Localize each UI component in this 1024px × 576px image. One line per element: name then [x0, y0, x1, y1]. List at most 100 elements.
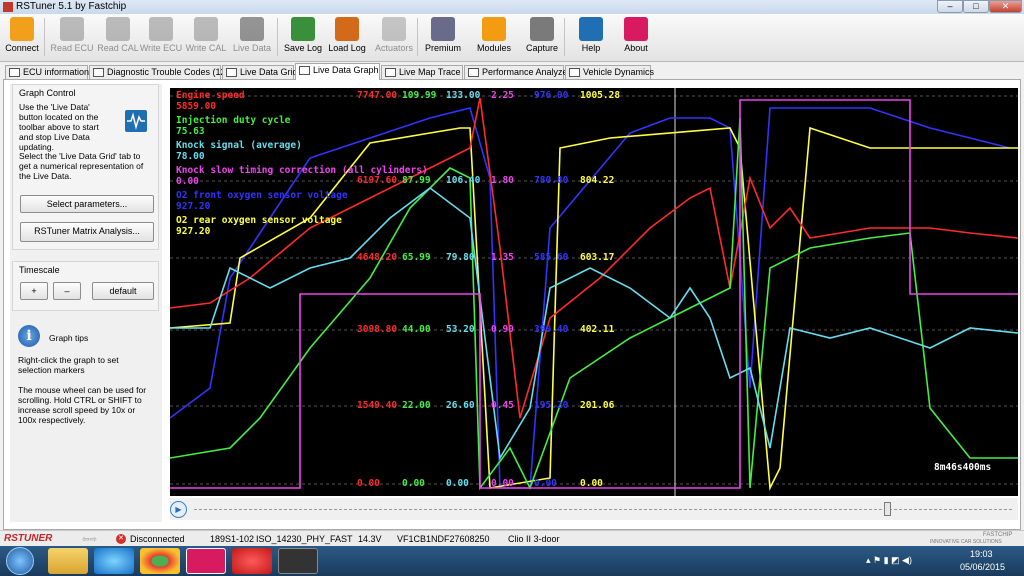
status-bar: RSTUNER ⇦⇨ ✕ Disconnected 189S1-102 ISO_… [0, 530, 1024, 546]
tab-vehicle-dynamics[interactable]: Vehicle Dynamics [565, 65, 655, 79]
tab-label: Diagnostic Trouble Codes (12) [107, 67, 229, 77]
save-log-button[interactable]: Save Log [280, 16, 326, 60]
zoom-in-button[interactable]: + [20, 282, 48, 300]
read-cal-button[interactable]: Read CAL [97, 16, 139, 60]
tab-diagnostic-trouble-codes-12[interactable]: Diagnostic Trouble Codes (12) [89, 65, 229, 79]
modules-button[interactable]: Modules [473, 16, 515, 60]
load-log-button[interactable]: Load Log [326, 16, 368, 60]
scale-value: 6197.60 [357, 175, 397, 186]
toolbar-separator [277, 18, 278, 56]
timescale-title: Timescale [19, 265, 60, 275]
modules-icon [482, 17, 506, 41]
chrome-taskbar-icon[interactable] [140, 548, 180, 574]
legend-name: Knock signal (average) [176, 140, 302, 151]
write-ecu-button[interactable]: Write ECU [139, 16, 183, 60]
premium-button[interactable]: Premium [420, 16, 466, 60]
tab-live-data-graph[interactable]: Live Data Graph [295, 63, 380, 80]
scale-value: 7747.00 [357, 90, 397, 101]
tip-selection-markers: Right-click the graph to set selection m… [18, 355, 119, 375]
scale-value: 44.00 [402, 324, 431, 335]
toolbar-label: Capture [525, 43, 559, 53]
graph-tips-group: i Graph tips Right-click the graph to se… [12, 319, 159, 429]
legend-value: 927.20 [176, 201, 211, 212]
vin: VF1CB1NDF27608250 [397, 534, 490, 544]
taskbar: ▴ ⚑ ▮ ◩ ◀) 19:03 05/06/2015 [0, 546, 1024, 576]
minimize-button[interactable]: – [937, 0, 963, 13]
actuators-button[interactable]: Actuators [373, 16, 415, 60]
toolbar-label: Load Log [328, 43, 366, 53]
graph-canvas[interactable]: Engine speed5859.00Injection duty cycle7… [170, 88, 1018, 496]
tab-label: Live Data Grid [240, 67, 298, 77]
legend-name: Injection duty cycle [176, 115, 291, 126]
scale-value: 0.00 [580, 478, 603, 489]
scale-value: 0.00 [491, 478, 514, 489]
scale-value: 26.60 [446, 400, 475, 411]
tab-live-map-trace[interactable]: Live Map Trace [381, 65, 463, 79]
clock-date[interactable]: 05/06/2015 [960, 562, 1005, 572]
matrix-analysis-button[interactable]: RSTuner Matrix Analysis... [20, 222, 154, 242]
scale-value: 0.00 [446, 478, 469, 489]
zoom-out-button[interactable]: – [53, 282, 81, 300]
time-slider-thumb[interactable] [884, 502, 891, 516]
scale-value: 0.00 [357, 478, 380, 489]
read-cal-icon [106, 17, 130, 41]
live-data-graph[interactable]: Engine speed 5859.00 Injection duty cycle 7… [170, 88, 1018, 496]
ie-taskbar-icon[interactable] [94, 548, 134, 574]
scale-value: 3098.80 [357, 324, 397, 335]
grid-tab-text: Select the 'Live Data Grid' tab to get a… [19, 151, 144, 181]
tab-icon [299, 66, 310, 75]
scale-value: 106.40 [446, 175, 481, 186]
start-button[interactable] [6, 547, 34, 575]
scale-value: 390.40 [534, 324, 569, 335]
tab-live-data-grid[interactable]: Live Data Grid [222, 65, 298, 79]
tab-icon [385, 68, 396, 77]
explorer-taskbar-icon[interactable] [48, 548, 88, 574]
default-timescale-button[interactable]: default [92, 282, 154, 300]
tab-ecu-information[interactable]: ECU information [5, 65, 89, 79]
tray-icons[interactable]: ▴ ⚑ ▮ ◩ ◀) [866, 555, 912, 566]
read-ecu-button[interactable]: Read ECU [48, 16, 96, 60]
load-log-icon [335, 17, 359, 41]
legend-value: 75.63 [176, 126, 205, 137]
gopro-taskbar-icon[interactable] [278, 548, 318, 574]
rstuner-taskbar-icon[interactable] [186, 548, 226, 574]
close-button[interactable]: ✕ [989, 0, 1022, 13]
toolbar-label: Read CAL [97, 43, 139, 53]
app-taskbar-icon[interactable] [232, 548, 272, 574]
legend-name: Engine speed [176, 90, 245, 101]
scale-value: 79.80 [446, 252, 475, 263]
scale-value: 1.80 [491, 175, 514, 186]
connect-icon [10, 17, 34, 41]
capture-button[interactable]: Capture [521, 16, 563, 60]
tab-strip: ECU information Diagnostic Trouble Codes … [0, 63, 1024, 80]
scale-value: 22.00 [402, 400, 431, 411]
time-position-label: 8m46s400ms [934, 462, 991, 473]
scale-value: 65.99 [402, 252, 431, 263]
tab-icon [468, 68, 479, 77]
scale-value: 0.00 [534, 478, 557, 489]
help-button[interactable]: Help [570, 16, 612, 60]
trace-o2-rear-oxygen-sensor-voltage [170, 99, 1018, 489]
graph-scrollbar: ▶ [170, 498, 1018, 520]
play-icon[interactable]: ▶ [170, 501, 187, 518]
capture-icon [530, 17, 554, 41]
about-button[interactable]: About [618, 16, 654, 60]
write-ecu-icon [149, 17, 173, 41]
select-parameters-button[interactable]: Select parameters... [20, 195, 154, 213]
live-data-button[interactable]: Live Data [230, 16, 274, 60]
about-icon [624, 17, 648, 41]
scale-value: 1005.28 [580, 90, 620, 101]
tab-label: Vehicle Dynamics [583, 67, 655, 77]
clock-time[interactable]: 19:03 [970, 549, 993, 559]
tab-label: Performance Analyzer [482, 67, 571, 77]
legend-value: 927.20 [176, 226, 211, 237]
tab-performance-analyzer[interactable]: Performance Analyzer [464, 65, 571, 79]
help-icon [579, 17, 603, 41]
legend-name: O2 rear oxygen sensor voltage [176, 215, 342, 226]
maximize-button[interactable]: □ [963, 0, 989, 13]
connect-button[interactable]: Connect [2, 16, 42, 60]
live-data-icon [240, 17, 264, 41]
write-cal-button[interactable]: Write CAL [183, 16, 229, 60]
toolbar-separator [44, 18, 45, 56]
graph-control-group: Graph Control Use the 'Live Data' button… [12, 84, 159, 250]
